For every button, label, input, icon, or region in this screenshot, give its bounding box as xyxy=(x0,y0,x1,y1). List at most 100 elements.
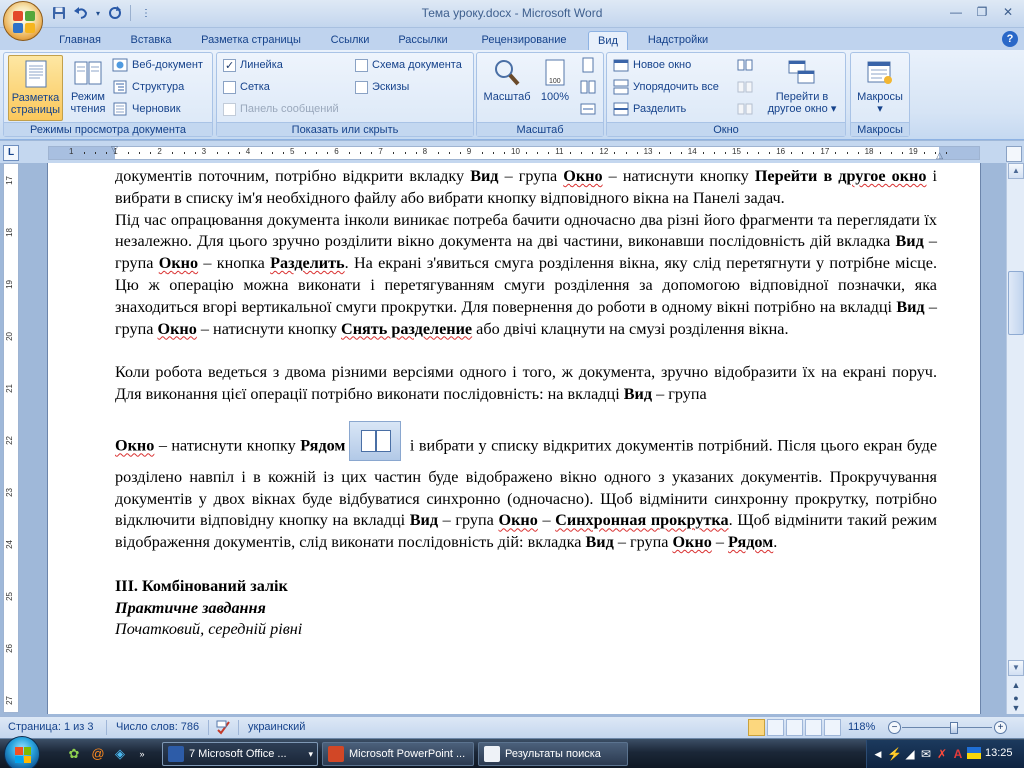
help-icon[interactable]: ? xyxy=(1002,31,1018,47)
tab-page-layout[interactable]: Разметка страницы xyxy=(190,31,312,50)
document-text[interactable]: документів поточним, потрібно відкрити в… xyxy=(115,166,937,641)
web-view-icon[interactable] xyxy=(786,719,803,736)
ruler-tick-mark xyxy=(371,152,373,154)
outline-view-icon[interactable] xyxy=(805,719,822,736)
tray-antivirus-icon[interactable]: ✗ xyxy=(935,747,949,761)
group-show-hide: Линейка Сетка Панель сообщений Схема док… xyxy=(216,52,474,137)
text-run: – група xyxy=(438,511,499,530)
document-page[interactable]: документів поточним, потрібно відкрити в… xyxy=(48,163,980,714)
draft-view-icon[interactable] xyxy=(824,719,841,736)
one-page-button[interactable] xyxy=(580,55,596,75)
zoom-100-button[interactable]: 100 100% xyxy=(535,55,575,121)
tab-references[interactable]: Ссылки xyxy=(322,31,378,50)
word-count[interactable]: Число слов: 786 xyxy=(116,721,199,733)
subheading-text: Практичне завдання xyxy=(115,598,266,617)
outline-button[interactable]: Структура xyxy=(112,77,184,97)
right-indent-marker-icon[interactable]: △ xyxy=(936,151,943,160)
start-button[interactable] xyxy=(4,736,40,768)
proofing-icon[interactable] xyxy=(216,719,232,738)
taskbar-search-label: Результаты поиска xyxy=(505,748,601,760)
web-layout-button[interactable]: Веб-документ xyxy=(112,55,203,75)
gridlines-checkbox[interactable]: Сетка xyxy=(223,77,270,97)
window-title: Тема уроку.docx - Microsoft Word xyxy=(421,6,603,20)
taskbar-powerpoint-button[interactable]: Microsoft PowerPoint ... xyxy=(322,742,474,766)
tab-review[interactable]: Рецензирование xyxy=(468,31,580,50)
vertical-scrollbar[interactable]: ▲ ▼ ▲ ● ▼ xyxy=(1006,163,1024,714)
tab-view[interactable]: Вид xyxy=(588,31,628,50)
view-ruler-toggle-icon[interactable] xyxy=(1006,146,1022,162)
scroll-down-icon[interactable]: ▼ xyxy=(1008,660,1024,676)
tab-home[interactable]: Главная xyxy=(52,31,108,50)
vertical-ruler[interactable]: 17 18 19 20 21 22 23 24 25 26 27 xyxy=(3,163,19,713)
tray-expand-icon[interactable]: ◀ xyxy=(871,747,885,761)
two-pages-button[interactable] xyxy=(580,77,596,97)
minimize-icon[interactable]: — xyxy=(944,3,968,21)
ruler-tick-label: 10 xyxy=(511,147,520,156)
zoom-slider[interactable]: − + xyxy=(888,721,1008,734)
clock[interactable]: 13:25 xyxy=(985,747,1013,759)
thumbnails-checkbox[interactable]: Эскизы xyxy=(355,77,409,97)
thumbnails-label: Эскизы xyxy=(372,81,410,93)
page-width-button[interactable] xyxy=(580,99,596,119)
print-layout-view-icon[interactable] xyxy=(748,719,765,736)
macros-button[interactable]: Макросы ▾ xyxy=(855,55,905,121)
ruler-tick-mark xyxy=(128,152,130,154)
document-map-checkbox[interactable]: Схема документа xyxy=(355,55,462,75)
tab-insert[interactable]: Вставка xyxy=(120,31,182,50)
tray-network-icon[interactable]: ⚡ xyxy=(887,747,902,761)
scroll-up-icon[interactable]: ▲ xyxy=(1008,163,1024,179)
restore-icon[interactable]: ❐ xyxy=(970,3,994,21)
tab-mailings[interactable]: Рассылки xyxy=(388,31,458,50)
ruler-tick-mark xyxy=(835,152,837,154)
quicklaunch-butterfly-icon[interactable]: ✿ xyxy=(66,746,82,762)
ruler-tick-mark xyxy=(724,152,726,154)
draft-button[interactable]: Черновик xyxy=(112,99,181,119)
ruler-tick-label: 6 xyxy=(334,147,339,156)
ruler-tick-mark xyxy=(879,152,881,154)
ruler-tick-mark xyxy=(282,152,284,154)
tray-volume-icon[interactable]: ◢ xyxy=(903,747,917,761)
tray-language-icon[interactable] xyxy=(967,747,981,761)
switch-windows-button[interactable]: Перейти в другое окно ▾ xyxy=(761,55,843,121)
quicklaunch-browser-icon[interactable]: @ xyxy=(90,746,106,762)
reading-view-icon[interactable] xyxy=(767,719,784,736)
quicklaunch-media-icon[interactable]: ◈ xyxy=(112,746,128,762)
indent-marker-icon[interactable]: ▽ xyxy=(111,145,118,154)
split-button[interactable]: Разделить xyxy=(613,99,686,119)
tab-addins[interactable]: Надстройки xyxy=(638,31,718,50)
tab-selector-icon[interactable]: L xyxy=(3,145,19,161)
office-button[interactable] xyxy=(3,1,43,41)
side-by-side-inline-icon xyxy=(349,420,402,461)
taskbar-search-results-button[interactable]: Результаты поиска xyxy=(478,742,628,766)
text-run: – група xyxy=(498,167,564,185)
zoom-level[interactable]: 118% xyxy=(848,721,875,733)
page-count[interactable]: Страница: 1 из 3 xyxy=(8,721,94,733)
taskbar-word-button[interactable]: 7 Microsoft Office ... ▾ xyxy=(162,742,318,766)
tray-mail-icon[interactable]: ✉ xyxy=(919,747,933,761)
bold-run: Вид xyxy=(409,511,439,530)
text-run: – група xyxy=(613,533,673,552)
reading-mode-button[interactable]: Режим чтения xyxy=(66,55,110,121)
ruler-tick-mark xyxy=(327,152,329,154)
ruler-checkbox[interactable]: Линейка xyxy=(223,55,283,76)
print-layout-button[interactable]: Разметка страницы xyxy=(8,55,63,121)
previous-page-icon[interactable]: ▲ xyxy=(1009,678,1023,692)
ruler-tick-mark xyxy=(459,152,461,154)
tray-app-icon[interactable]: A xyxy=(951,747,965,761)
close-icon[interactable]: ✕ xyxy=(996,3,1020,21)
scroll-thumb[interactable] xyxy=(1008,271,1024,335)
quicklaunch-expand-icon[interactable]: » xyxy=(134,746,150,762)
horizontal-ruler[interactable]: 1 1 2 3 4 5 6 7 8 9 10 11 12 13 14 15 16 17 18 19 ▽ △ xyxy=(48,145,980,160)
language[interactable]: украинский xyxy=(248,721,305,733)
document-map-label: Схема документа xyxy=(372,59,462,71)
zoom-button[interactable]: Масштаб xyxy=(481,55,533,121)
zoom-knob[interactable] xyxy=(950,722,958,734)
zoom-out-icon[interactable]: − xyxy=(888,721,901,734)
arrange-all-button[interactable]: Упорядочить все xyxy=(613,77,719,97)
switch-windows-label-2: другое окно ▾ xyxy=(761,103,843,115)
next-page-icon[interactable]: ▼ xyxy=(1009,703,1023,713)
text-run: – група xyxy=(652,384,707,403)
new-window-button[interactable]: Новое окно xyxy=(613,55,691,75)
zoom-in-icon[interactable]: + xyxy=(994,721,1007,734)
view-side-by-side-button[interactable] xyxy=(737,55,753,75)
